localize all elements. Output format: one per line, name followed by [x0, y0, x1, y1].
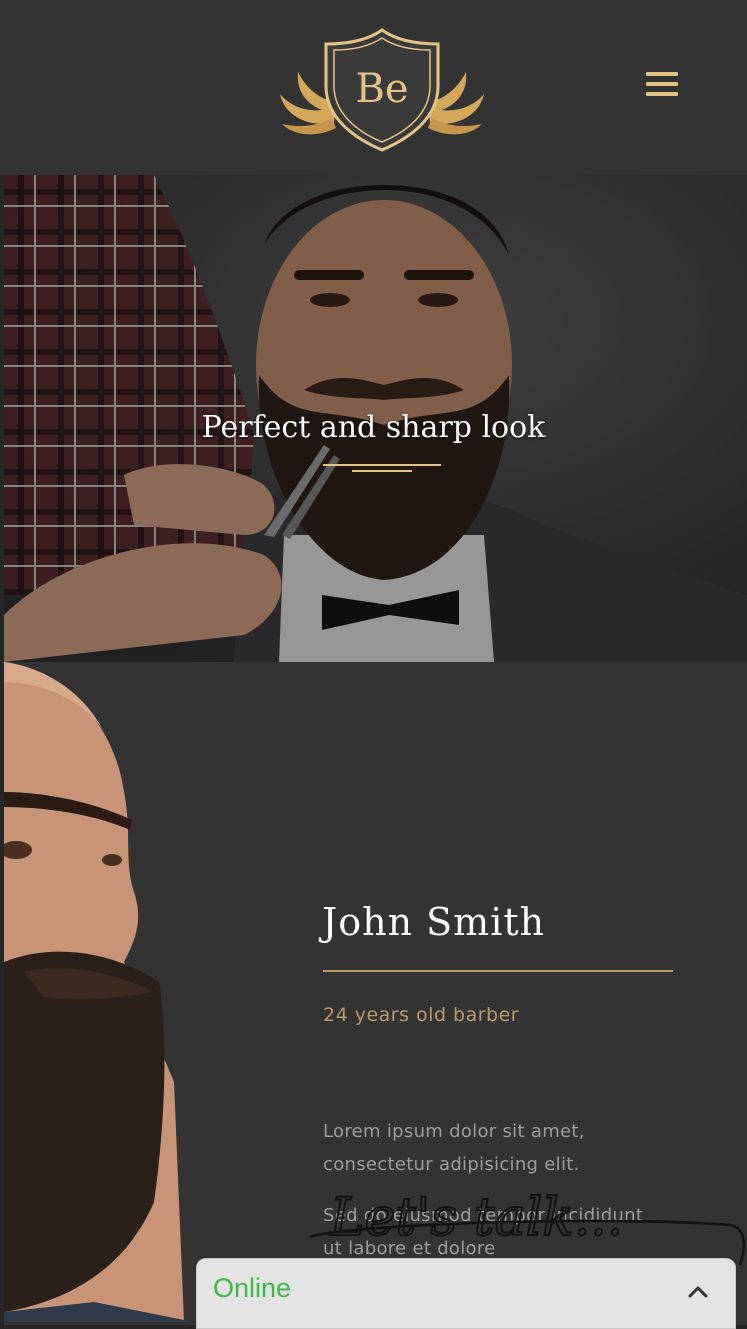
hero-divider-short — [352, 470, 412, 472]
live-chat-widget[interactable]: Online — [196, 1258, 736, 1329]
site-header: Be — [0, 0, 747, 175]
barber-name: John Smith — [322, 900, 546, 944]
bio-paragraph: Sed do eiusmod tempor incididunt ut labo… — [323, 1205, 644, 1259]
barber-bio: Lorem ipsum dolor sit amet, consectetur … — [323, 1115, 653, 1265]
hero-divider — [323, 464, 441, 466]
logo-text: Be — [355, 66, 409, 112]
barber-subtitle: 24 years old barber — [323, 1004, 520, 1026]
chevron-up-icon[interactable] — [687, 1281, 709, 1303]
bio-paragraph: Lorem ipsum dolor sit amet, consectetur … — [323, 1121, 585, 1175]
hamburger-menu-icon[interactable] — [642, 68, 682, 102]
name-divider — [323, 970, 673, 972]
chat-status: Online — [213, 1273, 292, 1303]
hero-title: Perfect and sharp look — [201, 410, 546, 445]
brand-logo[interactable]: Be — [276, 28, 488, 152]
